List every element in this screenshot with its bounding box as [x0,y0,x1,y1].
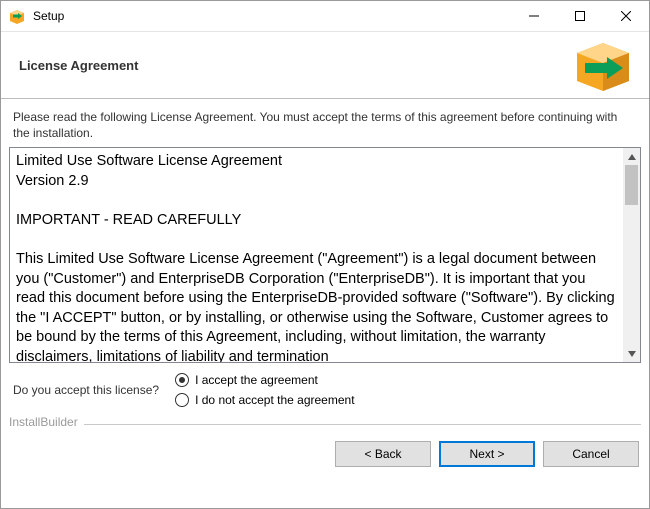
radio-accept-label: I accept the agreement [195,373,318,387]
back-button[interactable]: < Back [335,441,431,467]
maximize-button[interactable] [557,1,603,31]
scroll-down-button[interactable] [623,345,640,362]
wizard-footer: < Back Next > Cancel [1,431,649,467]
installbuilder-label: InstallBuilder [9,415,84,429]
product-logo-icon [571,37,635,93]
wizard-content: Please read the following License Agreem… [1,99,649,411]
titlebar: Setup [1,1,649,32]
next-button[interactable]: Next > [439,441,535,467]
separator-line [9,424,641,425]
close-button[interactable] [603,1,649,31]
scrollbar-track[interactable] [623,165,640,345]
instruction-text: Please read the following License Agreem… [9,109,641,147]
accept-question: Do you accept this license? [13,373,159,397]
app-icon [9,8,25,24]
scroll-up-button[interactable] [623,148,640,165]
wizard-header: License Agreement [1,32,649,99]
accept-row: Do you accept this license? I accept the… [9,363,641,411]
license-scrollbar[interactable] [623,148,640,362]
radio-decline[interactable]: I do not accept the agreement [175,393,354,407]
radio-decline-label: I do not accept the agreement [195,393,354,407]
cancel-button[interactable]: Cancel [543,441,639,467]
radio-icon [175,373,189,387]
license-text[interactable]: Limited Use Software License Agreement V… [10,148,623,362]
radio-icon [175,393,189,407]
scrollbar-thumb[interactable] [625,165,638,205]
license-agreement-box: Limited Use Software License Agreement V… [9,147,641,363]
radio-accept[interactable]: I accept the agreement [175,373,354,387]
branding-separator: InstallBuilder [9,417,641,431]
page-heading: License Agreement [19,58,138,73]
minimize-button[interactable] [511,1,557,31]
window-title: Setup [33,9,511,23]
accept-radio-group: I accept the agreement I do not accept t… [175,373,354,407]
